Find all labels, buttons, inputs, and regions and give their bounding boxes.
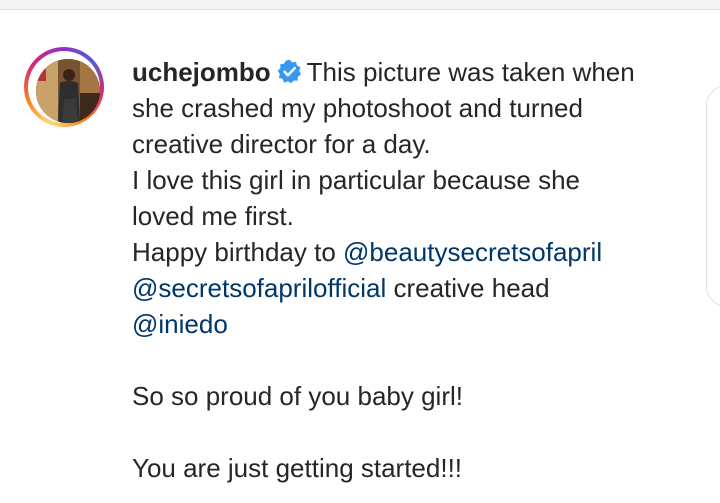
- mention-link-secretsofaprilofficial[interactable]: @secretsofaprilofficial: [132, 273, 386, 303]
- caption-text: uchejombo This picture was taken when she…: [132, 54, 692, 486]
- caption-line: creative director for a day.: [132, 129, 431, 159]
- mention-link-iniedo[interactable]: @iniedo: [132, 309, 228, 339]
- caption-line: @iniedo: [132, 306, 692, 342]
- instagram-caption-post: uchejombo This picture was taken when she…: [0, 10, 720, 503]
- mention-link-beautysecretsofapril[interactable]: @beautysecretsofapril: [343, 237, 602, 267]
- caption-line: loved me first.: [132, 201, 294, 231]
- avatar-photo: [36, 59, 100, 123]
- caption-line: You are just getting started!!!: [132, 453, 463, 483]
- caption-line: I love this girl in particular because s…: [132, 165, 581, 195]
- avatar-story-ring[interactable]: [24, 47, 104, 127]
- caption-line: So so proud of you baby girl!: [132, 381, 463, 411]
- caption-line: uchejombo This picture was taken when: [132, 57, 635, 87]
- avatar[interactable]: [36, 59, 100, 123]
- caption-line: Happy birthday to @beautysecretsofapril: [132, 237, 603, 267]
- caption-line: she crashed my photoshoot and turned: [132, 93, 583, 123]
- side-panel-edge: [706, 85, 720, 307]
- top-divider-bar: [0, 0, 720, 10]
- caption-line: @secretsofaprilofficial creative head: [132, 273, 550, 303]
- username-link[interactable]: uchejombo: [132, 57, 271, 87]
- verified-badge-icon: [277, 59, 301, 84]
